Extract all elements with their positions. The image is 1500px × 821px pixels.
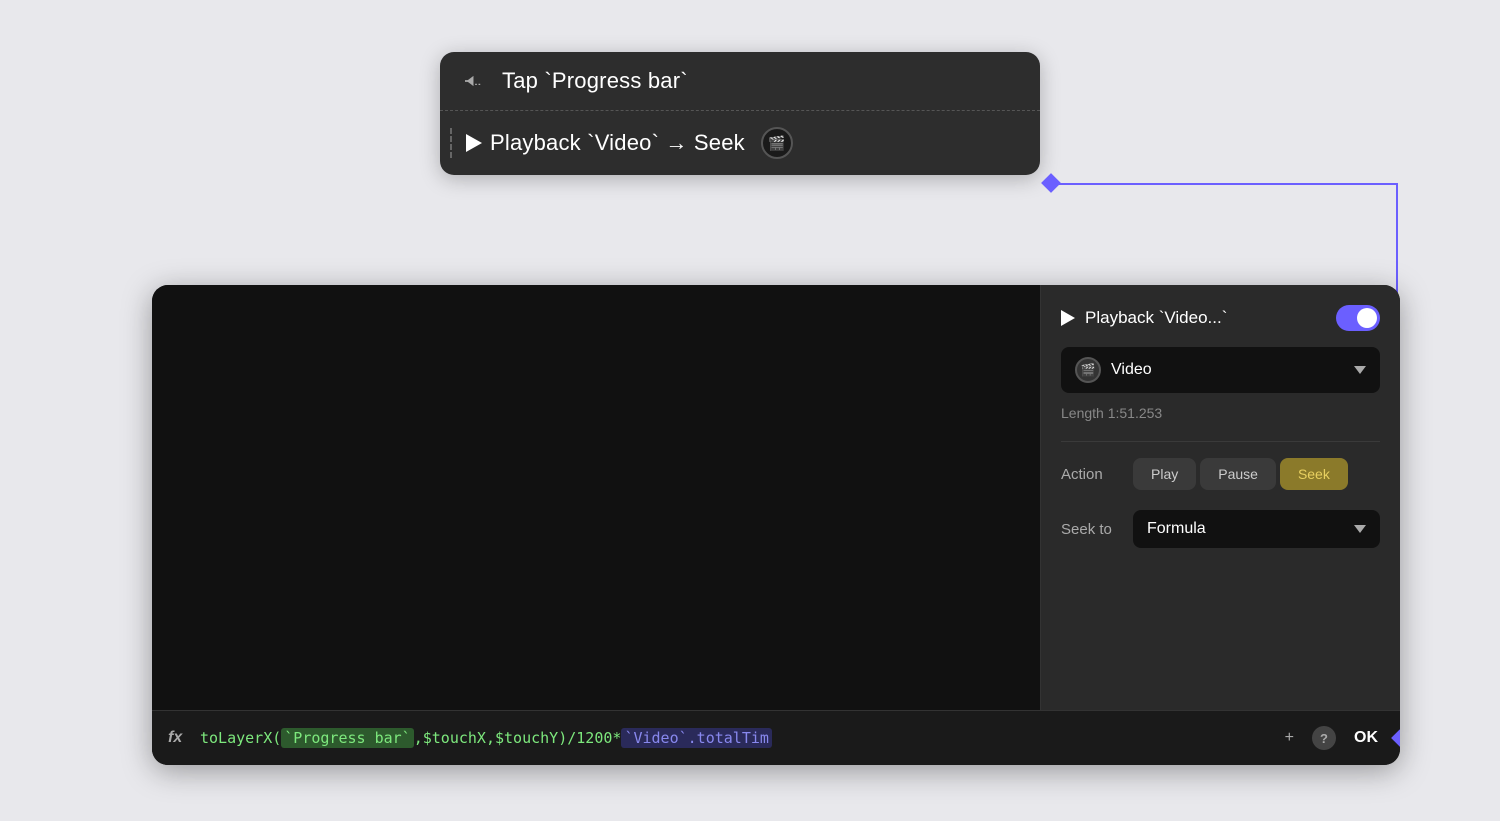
action-label: Action — [1061, 466, 1121, 483]
play-icon-medium — [1061, 310, 1075, 326]
right-panel: Playback `Video...` 🎬 Video Length 1:51.… — [1040, 285, 1400, 765]
playback-label: Playback `Video` → Seek — [490, 130, 745, 156]
canvas-area: ⌐ — [152, 285, 1040, 765]
main-panel: ⌐ Playback `Video...` 🎬 Video Length 1:5… — [152, 285, 1400, 765]
play-icon — [466, 134, 482, 152]
tap-label: Tap `Progress bar` — [502, 68, 688, 94]
action-buttons: Play Pause Seek — [1133, 458, 1348, 490]
playback-row: Playback `Video` → Seek 🎬 — [440, 111, 1040, 175]
film-icon: 🎬 — [768, 135, 785, 152]
formula-middle: ,$touchX,$touchY)/1200* — [414, 729, 622, 747]
tap-icon — [462, 70, 490, 92]
video-icon: 🎬 — [1075, 357, 1101, 383]
dropdown-content: 🎬 Video — [1075, 357, 1152, 383]
formula-content: toLayerX( `Progress bar` ,$touchX,$touch… — [200, 728, 1267, 748]
help-button[interactable]: ? — [1312, 726, 1336, 750]
seek-row: Seek to Formula — [1061, 510, 1380, 548]
seek-chevron-down-icon — [1354, 525, 1366, 533]
connector-dot: 🎬 — [761, 127, 793, 159]
seek-to-label: Seek to — [1061, 521, 1121, 538]
ok-button[interactable]: OK — [1348, 725, 1384, 751]
ok-diamond-connector — [1391, 728, 1400, 748]
dashed-indent-line — [450, 128, 452, 158]
seek-button[interactable]: Seek — [1280, 458, 1348, 490]
fx-icon: fx — [168, 729, 188, 747]
video-dropdown[interactable]: 🎬 Video — [1061, 347, 1380, 393]
tap-row: Tap `Progress bar` — [440, 52, 1040, 111]
top-action-card: Tap `Progress bar` Playback `Video` → Se… — [440, 52, 1040, 175]
right-panel-title-text: Playback `Video...` — [1085, 308, 1227, 328]
right-panel-title: Playback `Video...` — [1061, 308, 1227, 328]
formula-bar: fx toLayerX( `Progress bar` ,$touchX,$to… — [152, 710, 1400, 765]
action-row: Action Play Pause Seek — [1061, 458, 1380, 490]
right-panel-header: Playback `Video...` — [1061, 305, 1380, 331]
pause-button[interactable]: Pause — [1200, 458, 1276, 490]
connector-line-horizontal — [1058, 183, 1398, 185]
divider — [1061, 441, 1380, 442]
formula-plus: + — [1285, 729, 1294, 747]
formula-prefix: toLayerX( — [200, 729, 281, 747]
chevron-down-icon — [1354, 366, 1366, 374]
play-button[interactable]: Play — [1133, 458, 1196, 490]
toggle-switch[interactable] — [1336, 305, 1380, 331]
seek-to-dropdown-label: Formula — [1147, 520, 1206, 538]
toggle-knob — [1357, 308, 1377, 328]
dropdown-label: Video — [1111, 361, 1152, 379]
formula-highlight-video: `Video`.totalTim — [621, 728, 772, 748]
formula-highlight-progress: `Progress bar` — [281, 728, 413, 748]
length-text: Length 1:51.253 — [1061, 405, 1380, 421]
seek-to-dropdown[interactable]: Formula — [1133, 510, 1380, 548]
